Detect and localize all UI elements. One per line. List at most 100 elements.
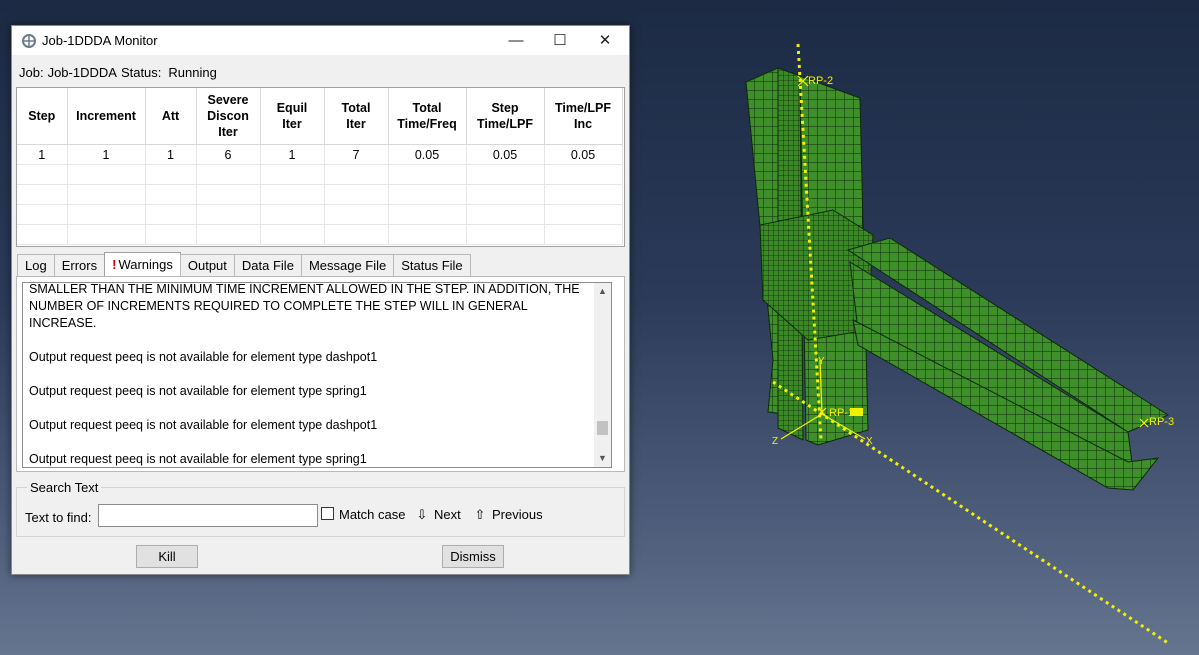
- table-cell: [196, 184, 261, 205]
- arrow-up-icon: ⇧: [474, 507, 486, 522]
- table-cell: [260, 204, 325, 225]
- column-header[interactable]: Total Iter: [324, 88, 389, 145]
- table-cell: [145, 184, 197, 205]
- warnings-text-area[interactable]: SMALLER THAN THE MINIMUM TIME INCREMENT …: [22, 282, 612, 468]
- table-cell: [67, 164, 146, 185]
- table-cell: [145, 204, 197, 225]
- output-tabs: Log Errors! Warnings Output Data File Message…: [17, 252, 471, 276]
- table-row[interactable]: 1 1 1 6 1 7 0.05 0.05 0.05: [17, 144, 623, 165]
- window-title: Job-1DDDA Monitor: [42, 33, 158, 48]
- column-header-line: Step: [491, 101, 519, 115]
- job-status-line: Job: Job-1DDDA Status: Running: [19, 65, 221, 80]
- table-cell: 1: [145, 144, 197, 165]
- column-header[interactable]: Time/LPF Inc: [544, 88, 623, 145]
- column-header[interactable]: Step: [17, 88, 68, 145]
- next-button[interactable]: ⇩ Next: [415, 507, 461, 523]
- table-cell: [388, 224, 467, 245]
- arrow-down-icon: ⇩: [416, 507, 428, 522]
- table-row[interactable]: [17, 204, 623, 225]
- table-cell: [145, 224, 197, 245]
- table-cell: [324, 204, 389, 225]
- table-cell: [466, 224, 545, 245]
- rp1-highlight: [850, 408, 863, 416]
- tab-errors[interactable]: Errors: [53, 254, 106, 276]
- column-header-line: Inc: [573, 117, 593, 131]
- table-cell: [544, 204, 623, 225]
- column-header-line: Total: [412, 101, 442, 115]
- column-header[interactable]: Equil Iter: [260, 88, 325, 145]
- rp3-label: RP-3: [1149, 416, 1174, 428]
- column-header[interactable]: Severe Discon Iter: [196, 88, 261, 145]
- tab-log[interactable]: Log: [17, 254, 55, 276]
- column-header[interactable]: Step Time/LPF: [466, 88, 545, 145]
- table-row[interactable]: [17, 224, 623, 245]
- column-header-line: Iter: [282, 117, 302, 131]
- column-header-line: Iter: [346, 117, 366, 131]
- table-cell: [544, 224, 623, 245]
- close-button[interactable]: ✕: [582, 26, 628, 55]
- table-cell: 1: [67, 144, 146, 165]
- warnings-panel: SMALLER THAN THE MINIMUM TIME INCREMENT …: [16, 276, 625, 472]
- column-header[interactable]: Increment: [67, 88, 146, 145]
- table-cell: [466, 164, 545, 185]
- job-monitor-window: Job-1DDDA Monitor — ☐ ✕ Job: Job-1DDDA Sta…: [11, 25, 630, 575]
- job-label: Job:: [19, 65, 44, 80]
- search-input[interactable]: [98, 504, 318, 527]
- table-cell: [466, 204, 545, 225]
- scroll-down-icon[interactable]: ▼: [594, 450, 611, 467]
- previous-label: Previous: [492, 507, 543, 522]
- table-cell: [17, 224, 68, 245]
- column-header[interactable]: Att: [145, 88, 197, 145]
- progress-table[interactable]: Step Increment Att Severe Discon Iter Equil Ite…: [16, 87, 625, 247]
- tab-warnings[interactable]: ! Warnings: [104, 252, 181, 276]
- log-line: Output request peeq is not available for…: [29, 350, 378, 364]
- log-line: Output request peeq is not available for…: [29, 452, 367, 466]
- axis-label-y: Y: [818, 356, 825, 367]
- match-case-checkbox[interactable]: [321, 507, 334, 520]
- column-header-line: Time/Freq: [397, 117, 457, 131]
- axis-label-x: X: [866, 436, 873, 447]
- tab-label: Data File: [241, 258, 294, 273]
- search-text-group: Search Text Text to find: Match case ⇩ Ne…: [16, 480, 625, 537]
- tab-message-file[interactable]: Message File: [300, 254, 395, 276]
- maximize-button[interactable]: ☐: [537, 26, 583, 55]
- scroll-thumb[interactable]: [597, 421, 608, 435]
- column-header-line: Total: [341, 101, 371, 115]
- table-cell: [196, 224, 261, 245]
- table-row[interactable]: [17, 184, 623, 205]
- table-cell: [196, 164, 261, 185]
- table-cell: [388, 204, 467, 225]
- table-cell: 0.05: [544, 144, 623, 165]
- column-header[interactable]: Total Time/Freq: [388, 88, 467, 145]
- table-cell: [145, 164, 197, 185]
- text-to-find-label: Text to find:: [25, 510, 92, 525]
- tab-output[interactable]: Output: [179, 254, 235, 276]
- table-cell: [67, 184, 146, 205]
- rp2-label: RP-2: [808, 75, 833, 87]
- tab-data-file[interactable]: Data File: [233, 254, 302, 276]
- column-header-line: Iter: [218, 125, 238, 139]
- table-cell: [466, 184, 545, 205]
- model-viewport[interactable]: Y Z X RP-2 RP-1 RP-3: [628, 0, 1199, 655]
- tab-label: Message File: [308, 258, 387, 273]
- status-value: Running: [168, 65, 217, 80]
- abaqus-app-icon: [22, 34, 36, 48]
- dismiss-button[interactable]: Dismiss: [442, 545, 504, 568]
- table-cell: 6: [196, 144, 261, 165]
- previous-button[interactable]: ⇧ Previous: [473, 507, 543, 523]
- table-row[interactable]: [17, 164, 623, 185]
- kill-button[interactable]: Kill: [136, 545, 198, 568]
- log-line: Output request peeq is not available for…: [29, 418, 378, 432]
- column-header-line: Increment: [76, 109, 136, 123]
- minimize-button[interactable]: —: [493, 26, 539, 55]
- tab-status-file[interactable]: Status File: [393, 254, 471, 276]
- vertical-scrollbar[interactable]: ▲ ▼: [594, 283, 611, 467]
- table-cell: 1: [17, 144, 68, 165]
- title-bar[interactable]: Job-1DDDA Monitor — ☐ ✕: [12, 26, 629, 55]
- table-cell: [67, 224, 146, 245]
- column-header-line: Att: [161, 109, 180, 123]
- job-name: Job-1DDDA: [47, 65, 117, 80]
- column-header-line: Equil: [276, 101, 308, 115]
- column-header-line: Time/LPF: [554, 101, 612, 115]
- scroll-up-icon[interactable]: ▲: [594, 283, 611, 300]
